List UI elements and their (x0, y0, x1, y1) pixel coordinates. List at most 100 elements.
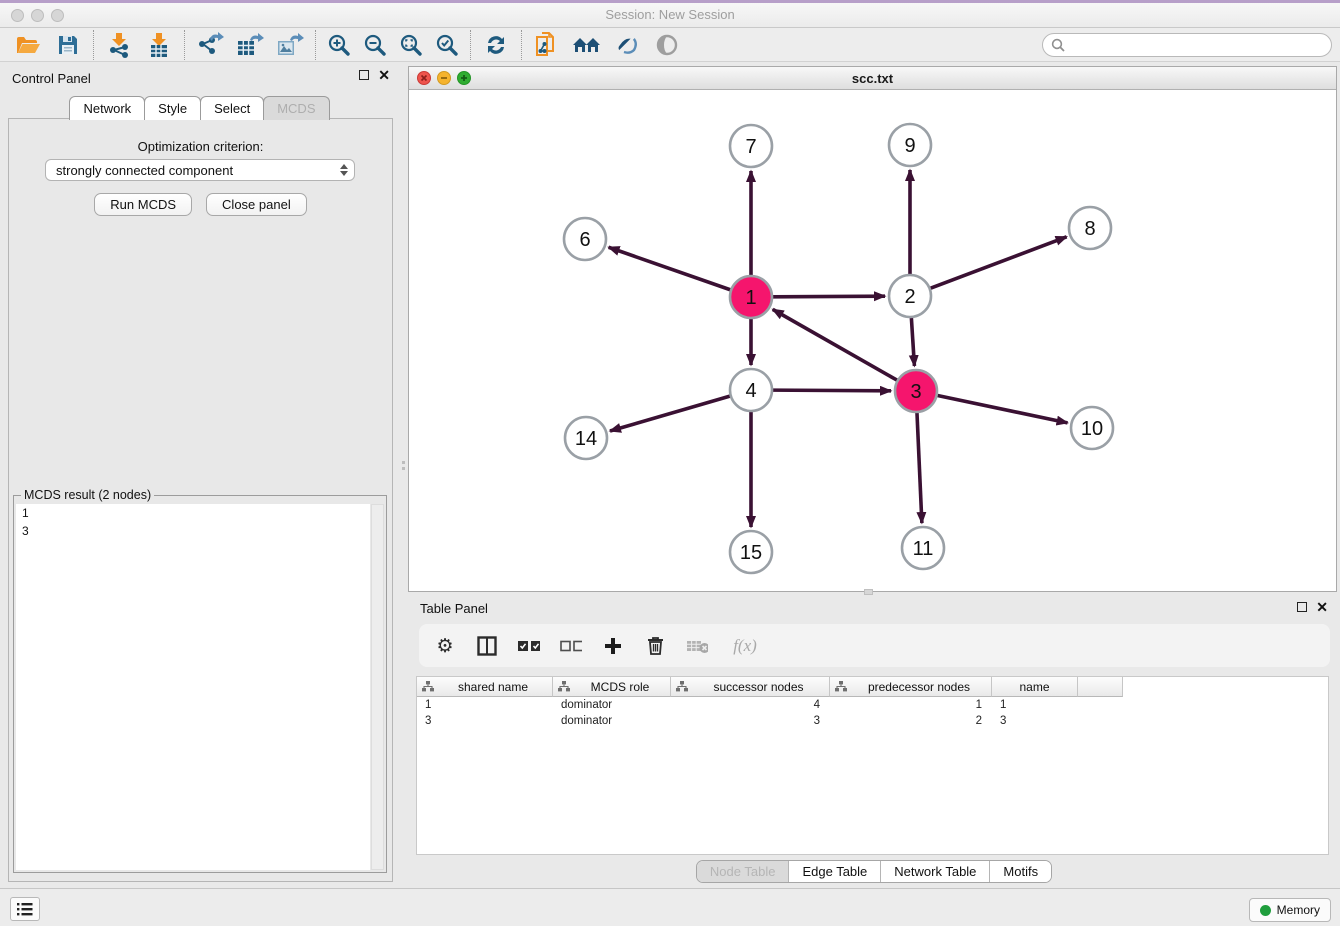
column-header-predecessor-nodes[interactable]: predecessor nodes (830, 677, 992, 697)
memory-button[interactable]: Memory (1249, 898, 1331, 922)
float-panel-icon[interactable] (1297, 602, 1307, 612)
run-mcds-button[interactable]: Run MCDS (94, 193, 192, 216)
select-all-icon[interactable] (518, 634, 540, 658)
network-canvas[interactable]: 1234678910111415 (409, 90, 1336, 591)
import-table-icon[interactable] (139, 30, 179, 60)
column-header-shared-name[interactable]: shared name (417, 677, 553, 697)
add-column-icon[interactable] (602, 634, 624, 658)
graph-edge-1-6[interactable] (609, 247, 731, 289)
table-cell[interactable]: 1 (417, 697, 553, 713)
table-header-row: shared nameMCDS rolesuccessor nodesprede… (417, 677, 1328, 697)
graph-node-label: 6 (579, 229, 590, 251)
close-panel-icon[interactable]: ✕ (378, 70, 390, 80)
column-header-successor-nodes[interactable]: successor nodes (671, 677, 830, 697)
tab-style[interactable]: Style (144, 96, 201, 120)
table-cell[interactable]: 1 (830, 697, 992, 713)
control-panel-title: Control Panel (12, 71, 91, 86)
close-panel-button[interactable]: Close panel (206, 193, 307, 216)
main-toolbar (0, 28, 1340, 62)
network-window-title: scc.txt (409, 71, 1336, 86)
table-tabs: Node Table Edge Table Network Table Moti… (696, 860, 1052, 883)
mcds-panel: Optimization criterion: strongly connect… (8, 118, 393, 882)
zoom-fit-icon[interactable] (393, 30, 429, 60)
control-panel-tabs: Network Style Select MCDS (0, 96, 400, 120)
close-panel-icon[interactable]: ✕ (1316, 602, 1328, 612)
graph-node-label: 11 (913, 538, 934, 560)
table-cell[interactable]: 3 (992, 713, 1078, 729)
graph-node-label: 14 (575, 428, 597, 450)
zoom-out-icon[interactable] (357, 30, 393, 60)
network-window-titlebar[interactable]: scc.txt (409, 67, 1336, 90)
delete-icon[interactable] (644, 634, 666, 658)
network-report-icon[interactable] (527, 30, 567, 60)
search-icon (1051, 38, 1065, 52)
save-session-icon[interactable] (48, 30, 88, 60)
vertical-splitter[interactable] (401, 452, 406, 478)
table-row[interactable]: 3dominator323 (417, 713, 1328, 729)
table-cell[interactable]: 3 (671, 713, 830, 729)
gear-icon[interactable]: ⚙ (434, 634, 456, 658)
table-cell[interactable]: 1 (992, 697, 1078, 713)
graph-node-label: 10 (1081, 418, 1103, 440)
tab-network[interactable]: Network (69, 96, 145, 120)
horizontal-splitter[interactable] (864, 589, 873, 595)
table-row[interactable]: 1dominator411 (417, 697, 1328, 713)
graph-edge-3-11[interactable] (917, 413, 922, 523)
mcds-result-box: MCDS result (2 nodes) 1 3 (13, 495, 387, 873)
table-cell[interactable]: 4 (671, 697, 830, 713)
table-cell[interactable]: 3 (417, 713, 553, 729)
table-cell[interactable]: 2 (830, 713, 992, 729)
search-input[interactable] (1071, 38, 1323, 52)
open-session-icon[interactable] (8, 30, 48, 60)
table-panel: Table Panel ✕ ⚙ (408, 596, 1340, 888)
graph-edge-3-1[interactable] (773, 309, 897, 380)
table-panel-title: Table Panel (420, 601, 488, 616)
tab-mcds[interactable]: MCDS (263, 96, 329, 120)
table-cell[interactable]: dominator (553, 713, 671, 729)
graph-edge-2-3[interactable] (911, 318, 914, 366)
refresh-layout-icon[interactable] (476, 30, 516, 60)
table-cell[interactable]: dominator (553, 697, 671, 713)
style-toggle-icon[interactable] (607, 30, 647, 60)
column-header-name[interactable]: name (992, 677, 1078, 697)
application-window: Session: New Session (0, 0, 1340, 926)
graph-edge-2-8[interactable] (931, 237, 1067, 288)
graph-edge-1-2[interactable] (773, 296, 885, 297)
result-scrollbar[interactable] (371, 504, 384, 870)
export-network-icon[interactable] (190, 30, 230, 60)
tab-select[interactable]: Select (200, 96, 264, 120)
function-builder-icon: f(x) (728, 634, 762, 658)
mcds-result-list[interactable]: 1 3 (16, 504, 370, 870)
tab-node-table[interactable]: Node Table (697, 861, 789, 882)
visibility-icon[interactable] (647, 30, 687, 60)
export-table-icon[interactable] (230, 30, 270, 60)
float-panel-icon[interactable] (359, 70, 369, 80)
graph-node-label: 1 (745, 287, 756, 309)
export-image-icon[interactable] (270, 30, 310, 60)
graph-node-label: 15 (740, 542, 762, 564)
select-chevrons-icon (340, 164, 348, 176)
deselect-all-icon[interactable] (560, 634, 582, 658)
graph-edge-3-10[interactable] (938, 396, 1068, 423)
titlebar: Session: New Session (0, 3, 1340, 28)
zoom-in-icon[interactable] (321, 30, 357, 60)
tab-motifs[interactable]: Motifs (989, 861, 1051, 882)
home-pages-icon[interactable] (567, 30, 607, 60)
control-panel: Control Panel ✕ Network Style Select MCD… (0, 62, 400, 890)
graph-edge-4-14[interactable] (610, 396, 730, 431)
graph-edge-4-3[interactable] (773, 390, 891, 391)
graph-node-label: 8 (1084, 218, 1095, 240)
column-header-MCDS-role[interactable]: MCDS role (553, 677, 671, 697)
zoom-selected-icon[interactable] (429, 30, 465, 60)
optimization-criterion-select[interactable]: strongly connected component (45, 159, 355, 181)
task-history-button[interactable] (10, 897, 40, 921)
list-icon (17, 902, 33, 916)
tab-edge-table[interactable]: Edge Table (788, 861, 880, 882)
column-layout-icon[interactable] (476, 634, 498, 658)
tab-network-table[interactable]: Network Table (880, 861, 989, 882)
graph-node-label: 2 (904, 286, 915, 308)
window-title: Session: New Session (0, 7, 1340, 22)
import-network-icon[interactable] (99, 30, 139, 60)
node-table: shared nameMCDS rolesuccessor nodesprede… (416, 676, 1329, 855)
memory-label: Memory (1277, 903, 1320, 917)
